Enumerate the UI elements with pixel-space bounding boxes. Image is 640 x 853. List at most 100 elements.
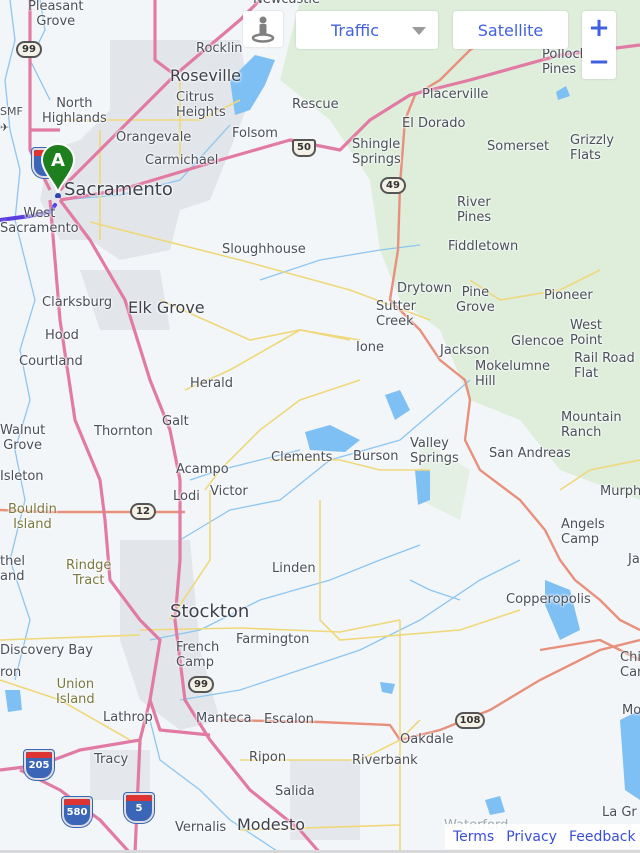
place-label: Modesto — [237, 815, 305, 834]
place-label: Lathrop — [103, 710, 153, 725]
place-label: thel and — [0, 554, 25, 584]
i-205-shield: 205 — [24, 750, 54, 780]
place-label: Sacramento — [64, 179, 173, 200]
ca-108-shield: 108 — [455, 712, 485, 729]
pin-label: A — [51, 150, 65, 171]
place-label: Clements — [271, 450, 333, 465]
place-label: Valley Springs — [410, 436, 459, 466]
traffic-label: Traffic — [330, 20, 380, 40]
place-label: Pine Grove — [456, 285, 495, 315]
airport-label: SMF — [0, 105, 23, 118]
place-label: Salida — [275, 784, 315, 799]
zoom-control: + − — [582, 11, 616, 79]
place-label: Vernalis — [175, 820, 227, 835]
airport-icon: ✈ — [0, 121, 10, 134]
terms-link[interactable]: Terms — [453, 829, 494, 845]
place-label: Lodi — [173, 489, 200, 504]
place-label: Tracy — [94, 752, 129, 767]
place-label: River Pines — [457, 195, 492, 225]
place-label: Folsom — [232, 126, 278, 141]
place-label: Mokelumne Hill — [475, 359, 550, 389]
place-label: Clarksburg — [42, 295, 113, 310]
place-label: Linden — [272, 561, 316, 576]
place-label: Burson — [353, 449, 399, 464]
place-label: Rocklin — [196, 41, 243, 56]
place-label: Acampo — [176, 462, 229, 477]
traffic-dropdown[interactable]: Traffic — [296, 11, 438, 49]
place-label: Escalon — [264, 712, 314, 727]
island-label: Union Island — [56, 677, 95, 707]
island-label: Rindge Tract — [66, 558, 112, 588]
ca-49-shield: 49 — [380, 177, 406, 194]
ca-12-shield: 12 — [130, 503, 156, 520]
place-label: San Andreas — [489, 446, 571, 461]
place-label: Manteca — [196, 711, 252, 726]
place-label: Sutter Creek — [376, 299, 417, 329]
place-label: Angels Camp — [561, 517, 605, 547]
ca-99-shield: 99 — [16, 41, 42, 58]
location-pin-a[interactable]: A — [40, 142, 76, 199]
place-label: Ripon — [249, 750, 287, 765]
place-label: Carmichael — [145, 153, 219, 168]
place-label: Roseville — [170, 66, 242, 85]
place-label: Galt — [162, 414, 189, 429]
place-label: Drytown — [397, 281, 452, 296]
i-5-shield: 5 — [124, 793, 154, 823]
place-label: Rescue — [292, 97, 339, 112]
person-pin-icon — [251, 16, 275, 43]
place-label: Farmington — [236, 632, 310, 647]
zoom-in-button[interactable]: + — [582, 11, 616, 45]
map-footer: Terms Privacy Feedback — [445, 824, 640, 849]
place-label: Placerville — [422, 87, 489, 102]
place-label: Hood — [45, 328, 79, 343]
place-label: Pleasant Grove — [28, 0, 84, 29]
i-580-shield: 580 — [62, 797, 92, 827]
place-label: Stockton — [170, 601, 250, 622]
place-label: Ione — [356, 340, 385, 355]
place-label: Pollock Pines — [542, 47, 588, 77]
place-label: Grizzly Flats — [570, 133, 614, 163]
place-label: Sloughhouse — [222, 242, 306, 257]
place-label: Fiddletown — [448, 239, 519, 254]
place-label: Glencoe — [511, 334, 565, 349]
place-label: Mountain Ranch — [561, 410, 622, 440]
place-label: Mo — [622, 703, 640, 718]
place-label: Citrus Heights — [176, 90, 226, 120]
satellite-button[interactable]: Satellite — [453, 11, 568, 49]
place-label: Discovery Bay — [0, 643, 93, 658]
us-50-shield: 50 — [292, 139, 316, 157]
privacy-link[interactable]: Privacy — [506, 829, 557, 845]
place-label: Chi Car — [620, 650, 640, 680]
place-label: Orangevale — [116, 130, 192, 145]
place-label: Thornton — [94, 424, 153, 439]
place-label: Shingle Springs — [352, 137, 401, 167]
satellite-label: Satellite — [477, 20, 544, 40]
place-label: Jackson — [440, 343, 490, 358]
place-label: West Sacramento — [0, 206, 79, 236]
place-label: Isleton — [0, 469, 44, 484]
feedback-link[interactable]: Feedback — [569, 829, 636, 845]
ca-99-shield: 99 — [188, 676, 214, 693]
place-label: La Gr — [602, 805, 637, 820]
place-label: Victor — [210, 484, 248, 499]
place-label: Oakdale — [400, 732, 454, 747]
place-label: Walnut Grove — [0, 423, 46, 453]
place-label: Rail Road Flat — [574, 351, 635, 381]
place-label: French Camp — [176, 640, 220, 670]
place-label: North Highlands — [42, 96, 107, 126]
minus-icon: − — [588, 47, 610, 77]
place-label: Herald — [190, 376, 233, 391]
place-label: El Dorado — [402, 116, 466, 131]
place-label: ron — [0, 665, 22, 680]
place-label: Elk Grove — [128, 298, 205, 317]
plus-icon: + — [588, 13, 610, 43]
zoom-out-button[interactable]: − — [582, 45, 616, 79]
place-label: Courtland — [19, 354, 83, 369]
place-label: Newcastle — [253, 0, 320, 7]
place-label: West Point — [570, 318, 603, 348]
place-label: Riverbank — [352, 753, 418, 768]
place-label: Copperopolis — [506, 592, 591, 607]
island-label: Bouldin Island — [8, 502, 57, 532]
place-label: Murph — [600, 484, 640, 499]
streetside-button[interactable] — [243, 11, 283, 47]
